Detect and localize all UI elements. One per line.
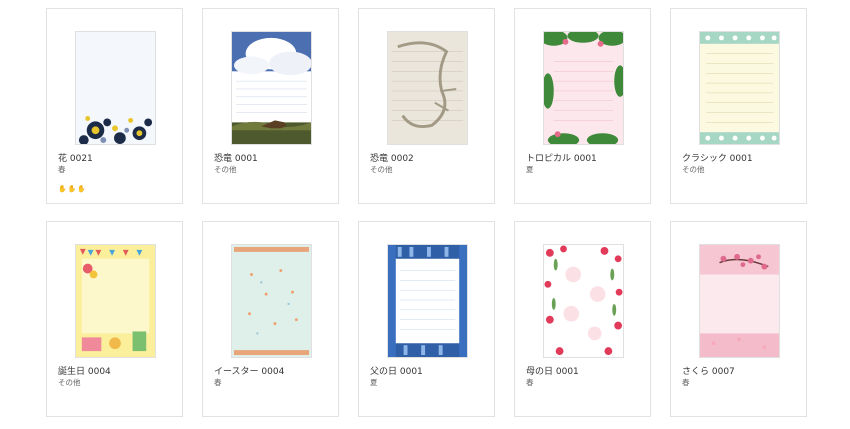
card-title: クラシック 0001 bbox=[682, 154, 753, 164]
card-season: 春 bbox=[58, 165, 66, 174]
card-title: 花 0021 bbox=[58, 154, 93, 164]
card-season: 春 bbox=[214, 378, 222, 387]
card-season: その他 bbox=[214, 165, 237, 174]
card-title: さくら 0007 bbox=[682, 367, 735, 377]
card-title: 恐竜 0002 bbox=[370, 154, 414, 164]
stationery-card-classic-0001[interactable]: クラシック 0001 その他 bbox=[670, 8, 807, 204]
hand-icons: ✋✋✋ bbox=[58, 185, 88, 193]
stationery-card-tropical-0001[interactable]: トロピカル 0001 夏 bbox=[514, 8, 651, 204]
card-season: その他 bbox=[58, 378, 81, 387]
card-season: 春 bbox=[526, 378, 534, 387]
stationery-card-hana-0021[interactable]: 花 0021 春 ✋✋✋ bbox=[46, 8, 183, 204]
stationery-card-hahanohi-0001[interactable]: 母の日 0001 春 bbox=[514, 221, 651, 417]
card-season: その他 bbox=[370, 165, 393, 174]
thumbnail-kyoryu-0001 bbox=[231, 31, 312, 145]
stationery-card-chichinohi-0001[interactable]: 父の日 0001 夏 bbox=[358, 221, 495, 417]
stationery-card-kyoryu-0002[interactable]: 恐竜 0002 その他 bbox=[358, 8, 495, 204]
thumbnail-easter-0004 bbox=[231, 244, 312, 358]
card-season: 夏 bbox=[526, 165, 534, 174]
thumbnail-classic-0001 bbox=[699, 31, 780, 145]
card-title: 誕生日 0004 bbox=[58, 367, 111, 377]
stationery-card-sakura-0007[interactable]: さくら 0007 春 bbox=[670, 221, 807, 417]
card-title: イースター 0004 bbox=[214, 367, 285, 377]
stationery-card-birthday-0004[interactable]: 誕生日 0004 その他 bbox=[46, 221, 183, 417]
thumbnail-chichinohi-0001 bbox=[387, 244, 468, 358]
thumbnail-kyoryu-0002 bbox=[387, 31, 468, 145]
thumbnail-hahanohi-0001 bbox=[543, 244, 624, 358]
thumbnail-sakura-0007 bbox=[699, 244, 780, 358]
card-season: 春 bbox=[682, 378, 690, 387]
card-title: トロピカル 0001 bbox=[526, 154, 597, 164]
card-season: その他 bbox=[682, 165, 705, 174]
thumbnail-birthday-0004 bbox=[75, 244, 156, 358]
card-title: 母の日 0001 bbox=[526, 367, 579, 377]
stationery-card-kyoryu-0001[interactable]: 恐竜 0001 その他 bbox=[202, 8, 339, 204]
thumbnail-hana-0021 bbox=[75, 31, 156, 145]
card-title: 恐竜 0001 bbox=[214, 154, 258, 164]
card-season: 夏 bbox=[370, 378, 378, 387]
stationery-card-easter-0004[interactable]: イースター 0004 春 bbox=[202, 221, 339, 417]
thumbnail-tropical-0001 bbox=[543, 31, 624, 145]
card-title: 父の日 0001 bbox=[370, 367, 423, 377]
